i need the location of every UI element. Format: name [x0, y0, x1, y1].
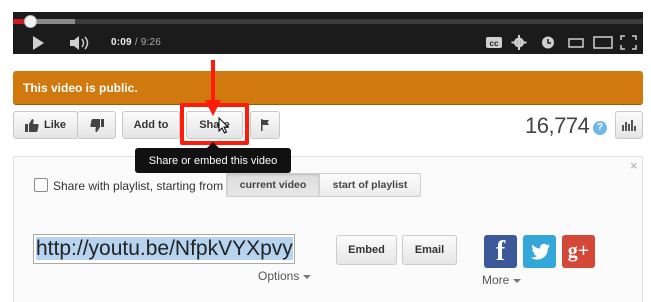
googleplus-share-button[interactable]: g+ — [562, 235, 595, 268]
current-time: 0:09 — [111, 37, 132, 48]
facebook-share-button[interactable]: f — [484, 235, 517, 268]
share-tooltip-text: Share or embed this video — [148, 154, 278, 167]
add-to-button[interactable]: Add to — [122, 111, 180, 139]
options-dropdown[interactable]: Options — [258, 269, 312, 283]
like-button[interactable]: Like — [13, 111, 78, 139]
share-with-playlist-label: Share with playlist, starting from — [53, 179, 224, 193]
share-url-value: http://youtu.be/NfpkVYXpvy — [36, 237, 293, 260]
dislike-button[interactable] — [77, 111, 116, 139]
share-with-playlist-checkbox[interactable] — [34, 178, 48, 192]
large-player-icon[interactable] — [593, 35, 613, 50]
stats-button[interactable] — [615, 111, 643, 139]
options-label: Options — [258, 269, 300, 283]
duration: 9:26 — [140, 37, 162, 48]
time-separator: / — [134, 37, 138, 48]
volume-icon[interactable] — [68, 35, 94, 51]
captions-icon[interactable]: cc — [485, 35, 503, 50]
chevron-down-icon — [303, 274, 312, 279]
googleplus-icon: g+ — [567, 240, 590, 262]
small-player-icon[interactable] — [568, 35, 584, 50]
twitter-share-button[interactable] — [523, 235, 556, 268]
current-video-toggle[interactable]: current video — [226, 173, 320, 197]
share-url-field[interactable]: http://youtu.be/NfpkVYXpvy — [33, 234, 295, 264]
embed-button[interactable]: Embed — [336, 235, 397, 265]
watch-later-icon[interactable] — [541, 35, 555, 50]
cursor-icon — [218, 117, 230, 134]
twitter-icon — [530, 243, 550, 260]
svg-text:cc: cc — [490, 39, 499, 48]
flag-icon — [261, 119, 269, 131]
video-player-controls: 0:09 / 9:26 cc — [13, 12, 643, 54]
facebook-icon: f — [495, 235, 506, 267]
email-label: Email — [414, 244, 445, 256]
scrubber-handle[interactable] — [24, 15, 37, 28]
video-page: 0:09 / 9:26 cc This video is public. Lik… — [0, 0, 651, 302]
close-icon[interactable]: × — [630, 158, 638, 173]
thumbs-up-icon — [24, 118, 39, 132]
public-notice-banner: This video is public. — [13, 71, 643, 105]
start-of-playlist-toggle[interactable]: start of playlist — [319, 173, 421, 197]
email-button[interactable]: Email — [402, 235, 457, 265]
more-share-options[interactable]: More — [482, 273, 522, 287]
more-label: More — [482, 273, 510, 287]
settings-icon[interactable] — [511, 35, 527, 50]
add-to-label: Add to — [133, 119, 169, 131]
play-icon[interactable] — [33, 36, 44, 50]
embed-label: Embed — [348, 244, 385, 256]
flag-button[interactable] — [250, 111, 280, 139]
stats-icon — [622, 119, 636, 131]
progress-track[interactable] — [13, 19, 643, 24]
like-label: Like — [43, 119, 66, 131]
help-icon[interactable]: ? — [593, 121, 607, 135]
public-notice-text: This video is public. — [23, 81, 138, 95]
chevron-down-icon — [513, 278, 522, 283]
fullscreen-icon[interactable] — [620, 35, 637, 50]
view-count: 16,774 — [525, 113, 590, 138]
time-display: 0:09 / 9:26 — [111, 37, 161, 48]
share-tooltip: Share or embed this video — [135, 148, 291, 173]
annotation-arrow — [205, 60, 221, 116]
thumbs-down-icon — [89, 118, 104, 132]
